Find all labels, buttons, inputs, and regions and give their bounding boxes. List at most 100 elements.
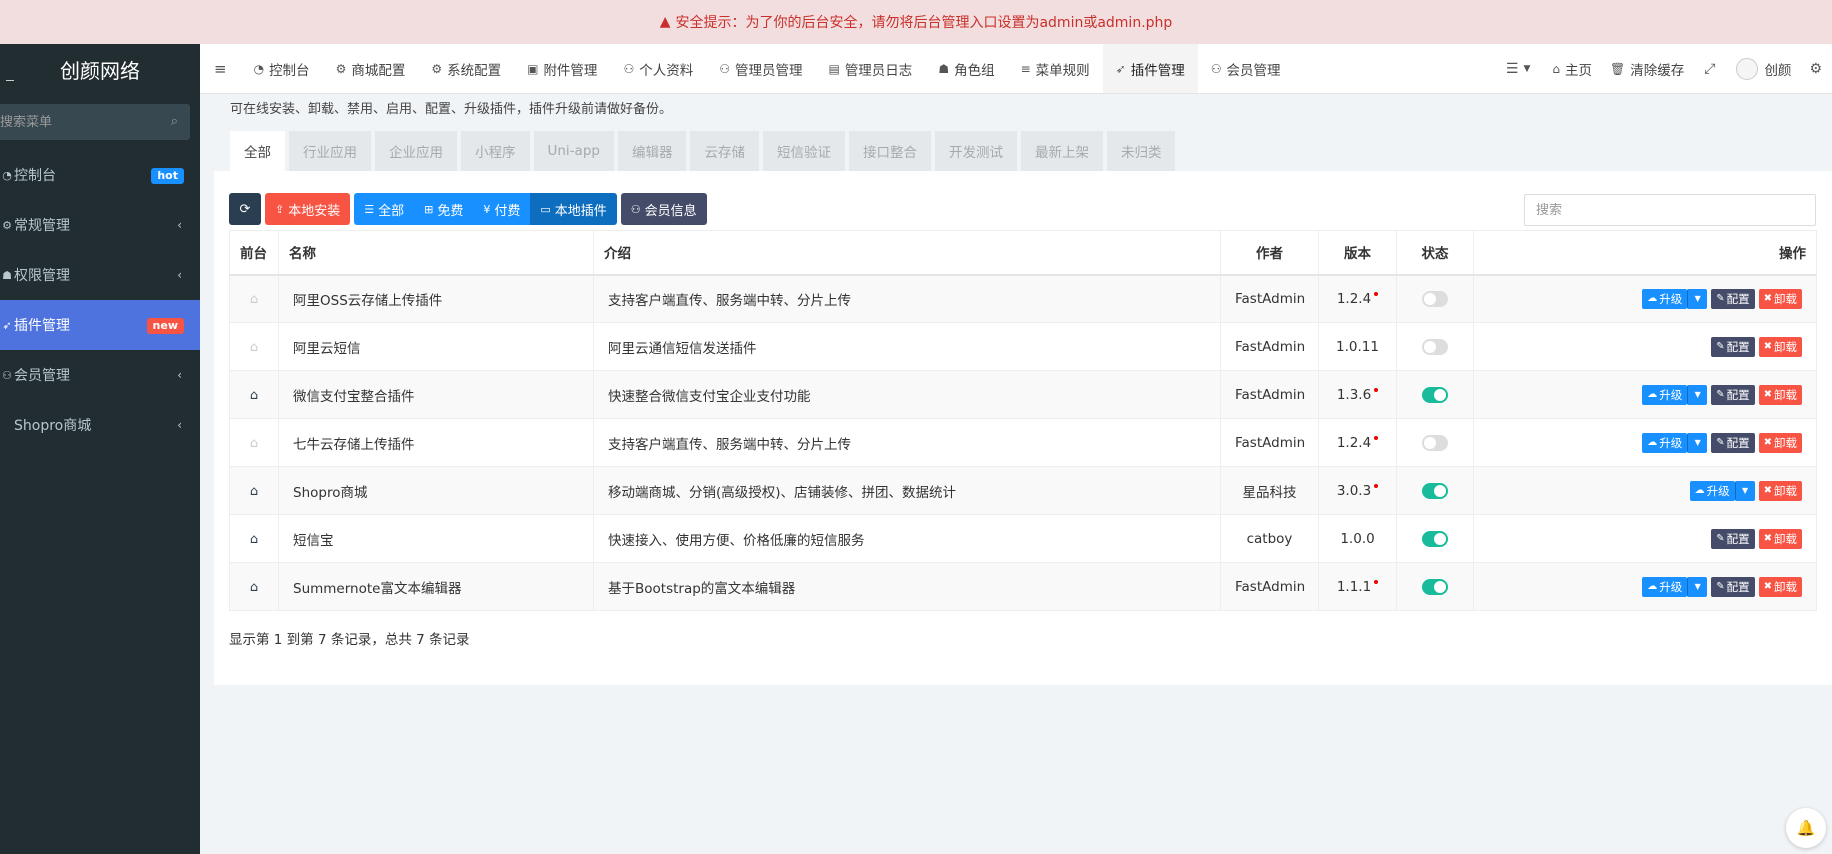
nav-tab-shop-config[interactable]: ⚙ 商城配置: [323, 44, 419, 93]
author-cell[interactable]: 星品科技: [1220, 466, 1319, 515]
home-icon[interactable]: ⌂: [250, 532, 258, 547]
config-button[interactable]: ✎ 配置: [1711, 336, 1755, 357]
refresh-button[interactable]: ⟳: [229, 193, 261, 225]
brand-logo[interactable]: 创颜网络: [0, 44, 200, 94]
uninstall-button[interactable]: ✖ 卸载: [1758, 336, 1802, 357]
more-menu-dropdown[interactable]: ☰ ▼: [1493, 44, 1543, 93]
upgrade-button[interactable]: ☁ 升级: [1689, 480, 1735, 501]
col-name[interactable]: 名称: [278, 230, 594, 276]
tab-uncategorized[interactable]: 未归类: [1106, 131, 1176, 171]
tab-sms[interactable]: 短信验证: [762, 131, 845, 171]
nav-tab-admin[interactable]: ⚇ 管理员管理: [706, 44, 815, 93]
status-toggle[interactable]: [1422, 578, 1448, 595]
upgrade-button[interactable]: ☁ 升级: [1642, 432, 1688, 453]
tab-miniprogram[interactable]: 小程序: [461, 131, 530, 171]
home-icon[interactable]: ⌂: [250, 340, 258, 355]
status-toggle[interactable]: [1422, 386, 1448, 403]
author-cell[interactable]: FastAdmin: [1220, 274, 1319, 323]
col-front[interactable]: 前台: [229, 230, 279, 276]
config-button[interactable]: ✎ 配置: [1711, 384, 1755, 405]
nav-tab-system-config[interactable]: ⚙ 系统配置: [418, 44, 514, 93]
upgrade-dropdown-toggle[interactable]: ▼: [1687, 288, 1708, 309]
sidebar-item-dashboard[interactable]: ◔ 控制台 hot: [0, 150, 200, 200]
filter-local-button[interactable]: ▭ 本地插件: [530, 193, 617, 225]
upgrade-dropdown-toggle[interactable]: ▼: [1687, 384, 1708, 405]
nav-tab-user[interactable]: ⚇ 会员管理: [1198, 44, 1294, 93]
settings-button[interactable]: ⚙: [1801, 44, 1832, 93]
local-install-button[interactable]: ⇪ 本地安装: [265, 193, 351, 225]
trash-icon: 🗑: [1610, 62, 1626, 76]
col-ops[interactable]: 操作: [1473, 230, 1817, 276]
tab-api[interactable]: 接口整合: [848, 131, 931, 171]
nav-tab-dashboard[interactable]: ◔ 控制台: [241, 44, 323, 93]
sidebar-item-addon[interactable]: ➶ 插件管理 new: [0, 300, 200, 350]
member-info-button[interactable]: ⚇ 会员信息: [620, 193, 707, 225]
upgrade-button[interactable]: ☁ 升级: [1642, 576, 1688, 597]
tab-industry[interactable]: 行业应用: [289, 131, 371, 171]
uninstall-button[interactable]: ✖ 卸载: [1758, 576, 1802, 597]
uninstall-button[interactable]: ✖ 卸载: [1758, 384, 1802, 405]
tab-enterprise[interactable]: 企业应用: [375, 131, 457, 171]
filter-paid-button[interactable]: ¥ 付费: [473, 193, 531, 225]
author-cell[interactable]: FastAdmin: [1220, 418, 1319, 467]
config-button[interactable]: ✎ 配置: [1711, 288, 1755, 309]
upgrade-button[interactable]: ☁ 升级: [1642, 288, 1688, 309]
notification-bell[interactable]: 🔔: [1786, 808, 1826, 848]
sidebar-item-user[interactable]: ⚇ 会员管理 ‹: [0, 350, 200, 400]
nav-tab-menu-rule[interactable]: ≡ 菜单规则: [1008, 44, 1103, 93]
clear-cache-button[interactable]: 🗑 清除缓存: [1601, 44, 1693, 93]
upgrade-dropdown-toggle[interactable]: ▼: [1734, 480, 1755, 501]
nav-tab-role-group[interactable]: ☗ 角色组: [925, 44, 1007, 93]
tab-uniapp[interactable]: Uni-app: [533, 131, 614, 171]
config-button[interactable]: ✎ 配置: [1711, 432, 1755, 453]
status-toggle[interactable]: [1422, 290, 1448, 307]
sidebar-item-general[interactable]: ⚙ 常规管理 ‹: [0, 200, 200, 250]
status-toggle[interactable]: [1422, 530, 1448, 547]
uninstall-button[interactable]: ✖ 卸载: [1758, 528, 1802, 549]
status-toggle[interactable]: [1422, 434, 1448, 451]
author-cell[interactable]: FastAdmin: [1220, 322, 1319, 371]
col-status[interactable]: 状态: [1396, 230, 1474, 276]
upgrade-dropdown-toggle[interactable]: ▼: [1687, 432, 1708, 453]
home-icon[interactable]: ⌂: [250, 580, 258, 595]
sidebar-search-input[interactable]: [0, 114, 150, 130]
uninstall-button[interactable]: ✖ 卸载: [1758, 480, 1802, 501]
author-cell[interactable]: FastAdmin: [1220, 562, 1319, 611]
sidebar-toggle[interactable]: ≡: [200, 44, 241, 93]
uninstall-button[interactable]: ✖ 卸载: [1758, 288, 1802, 309]
home-icon[interactable]: ⌂: [250, 436, 258, 451]
uninstall-button[interactable]: ✖ 卸载: [1758, 432, 1802, 453]
author-cell[interactable]: catboy: [1220, 514, 1319, 563]
author-cell[interactable]: FastAdmin: [1220, 370, 1319, 419]
config-button[interactable]: ✎ 配置: [1711, 576, 1755, 597]
home-icon[interactable]: ⌂: [250, 484, 258, 499]
search-icon[interactable]: ⌕: [171, 114, 178, 129]
status-toggle[interactable]: [1422, 482, 1448, 499]
home-icon[interactable]: ⌂: [250, 388, 258, 403]
home-icon[interactable]: ⌂: [250, 292, 258, 307]
filter-all-button[interactable]: ☰ 全部: [354, 193, 415, 225]
col-author[interactable]: 作者: [1220, 230, 1319, 276]
tab-dev-test[interactable]: 开发测试: [934, 131, 1017, 171]
tab-editor[interactable]: 编辑器: [617, 131, 687, 171]
home-link[interactable]: ⌂ 主页: [1543, 44, 1601, 93]
col-version[interactable]: 版本: [1318, 230, 1397, 276]
nav-tab-admin-log[interactable]: ▤ 管理员日志: [815, 44, 925, 93]
nav-tab-addon[interactable]: ➶ 插件管理: [1102, 44, 1198, 93]
tab-cloud-storage[interactable]: 云存储: [690, 131, 759, 171]
sidebar-item-auth[interactable]: ☗ 权限管理 ‹: [0, 250, 200, 300]
col-intro[interactable]: 介绍: [593, 230, 1221, 276]
nav-tab-profile[interactable]: ⚇ 个人资料: [610, 44, 706, 93]
nav-tab-attachment[interactable]: ▣ 附件管理: [514, 44, 610, 93]
table-search-input[interactable]: [1536, 202, 1806, 218]
user-menu[interactable]: 创颜: [1726, 44, 1801, 93]
sidebar-item-shopro[interactable]: Shopro商城 ‹: [0, 400, 200, 450]
status-toggle[interactable]: [1422, 338, 1448, 355]
filter-free-button[interactable]: ⊞ 免费: [414, 193, 474, 225]
tab-latest[interactable]: 最新上架: [1020, 131, 1103, 171]
fullscreen-button[interactable]: ⤢: [1693, 44, 1726, 93]
config-button[interactable]: ✎ 配置: [1711, 528, 1755, 549]
upgrade-button[interactable]: ☁ 升级: [1642, 384, 1688, 405]
upgrade-dropdown-toggle[interactable]: ▼: [1687, 576, 1708, 597]
tab-all[interactable]: 全部: [230, 131, 285, 171]
